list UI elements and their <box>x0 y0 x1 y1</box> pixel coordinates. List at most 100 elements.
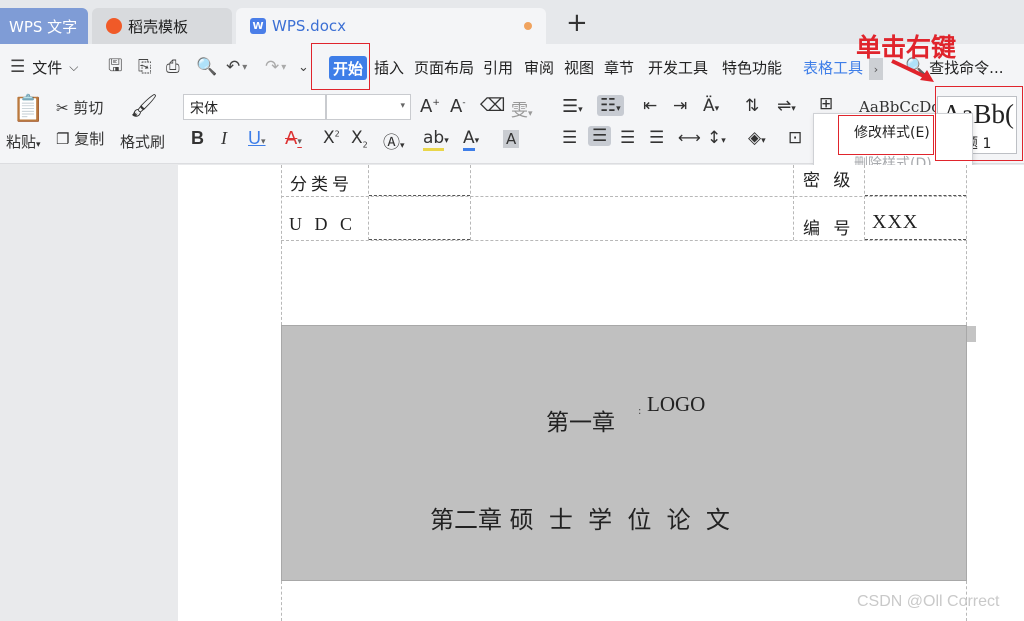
format-painter-button[interactable]: 格式刷 <box>120 131 165 152</box>
tab-page-layout[interactable]: 页面布局 <box>414 44 474 90</box>
align-left-button[interactable]: ☰ <box>562 128 577 148</box>
bullet-list-button[interactable]: ☰▾ <box>562 96 583 117</box>
tab-dev-tools[interactable]: 开发工具 <box>648 44 708 90</box>
paragraph-layout-button[interactable]: ⇌▾ <box>777 96 796 116</box>
superscript-button[interactable]: X2 <box>323 128 340 148</box>
table-line <box>368 165 369 240</box>
undo-button[interactable]: ↶ ▾ <box>226 44 247 90</box>
decrease-indent-button[interactable]: ⇤ <box>643 96 657 116</box>
tab-wps-writer[interactable]: WPS 文字 <box>0 8 88 44</box>
distribute-icon: ⟷ <box>678 128 701 147</box>
chapter-one-heading: 第一章 <box>546 410 615 436</box>
unsaved-dot-icon <box>524 22 532 30</box>
export-button[interactable]: ⎘ <box>138 44 152 90</box>
file-menu[interactable]: ☰ 文件 ⌵ <box>10 44 78 90</box>
justify-button[interactable]: ☰ <box>649 128 664 148</box>
chevron-down-icon: ⌵ <box>69 59 79 74</box>
tab-section[interactable]: 章节 <box>604 44 634 90</box>
sort-button[interactable]: ⇅ <box>745 96 759 116</box>
print-preview-button[interactable]: 🔍 <box>196 44 217 90</box>
clear-format-button[interactable]: ⌫ <box>480 95 505 116</box>
phonetic-guide-button[interactable]: 雯▾ <box>511 96 533 121</box>
cut-label: 剪切 <box>73 99 104 117</box>
chevron-down-icon: ⌄ <box>298 59 309 75</box>
numbered-list-button[interactable]: ☷▾ <box>597 95 624 116</box>
indent-icon: ⇥ <box>673 96 688 116</box>
tab-review[interactable]: 审阅 <box>524 44 554 90</box>
line-spacing-icon: ↕ <box>707 128 722 148</box>
distribute-button[interactable]: ⟷ <box>678 128 701 147</box>
paste-icon[interactable]: 📋 <box>12 94 44 124</box>
table-line <box>865 195 966 197</box>
font-color-button[interactable]: A▾ <box>463 128 479 151</box>
highlight-button[interactable]: ab▾ <box>423 128 449 151</box>
font-name-select[interactable]: 宋体 <box>183 94 326 120</box>
chapter-two-heading: 第二章 硕 士 学 位 论 文 <box>430 506 730 534</box>
hamburger-icon: ☰ <box>10 57 26 77</box>
borders-button[interactable]: ⊡ <box>788 128 802 148</box>
print-button[interactable]: ⎙ <box>166 44 180 90</box>
line-spacing-button[interactable]: ↕▾ <box>707 128 726 148</box>
word-doc-icon: W <box>250 18 266 34</box>
table-line <box>470 165 471 240</box>
tab-table-tools[interactable]: 表格工具 <box>803 44 863 90</box>
file-menu-label: 文件 <box>32 58 63 77</box>
italic-button[interactable]: I <box>221 128 227 149</box>
border-icon: ⊡ <box>788 128 803 148</box>
tab-view[interactable]: 视图 <box>564 44 594 90</box>
bold-button[interactable]: B <box>191 128 204 149</box>
font-size-select[interactable]: ▾ <box>326 94 411 120</box>
table-line <box>793 165 794 240</box>
increase-indent-button[interactable]: ⇥ <box>673 96 687 116</box>
text-effect-button[interactable]: Ⓐ▾ <box>383 128 405 153</box>
grow-font-button[interactable]: A+ <box>420 96 440 117</box>
copy-button[interactable]: ❐ 复制 <box>56 128 104 149</box>
highlight-icon: ab <box>423 128 445 151</box>
classification-label: 分类号 <box>290 175 353 195</box>
new-tab-button[interactable]: + <box>566 10 588 36</box>
tab-wps-label: WPS 文字 <box>9 17 78 36</box>
subscript-button[interactable]: X2 <box>351 128 368 149</box>
daoke-flame-icon <box>106 18 122 34</box>
align-center-button[interactable]: ☰ <box>588 126 612 146</box>
redo-button[interactable]: ↷ ▾ <box>265 44 286 90</box>
outdent-icon: ⇤ <box>643 96 658 116</box>
align-center-icon: ☰ <box>592 126 608 146</box>
show-marks-button[interactable]: ⊞ <box>819 94 833 114</box>
tab-insert[interactable]: 插入 <box>374 44 404 90</box>
quick-access-more[interactable]: ⌄ <box>298 44 309 90</box>
copy-icon: ❐ <box>56 130 70 148</box>
cut-button[interactable]: ✂ 剪切 <box>56 97 103 118</box>
underline-button[interactable]: U▾ <box>248 128 266 149</box>
shrink-font-button[interactable]: A- <box>450 96 466 117</box>
csdn-watermark: CSDN @Oll Correct <box>857 593 1000 610</box>
format-painter-icon: 🖌 <box>130 94 158 119</box>
chevron-down-icon: ▾ <box>400 101 405 111</box>
paste-button[interactable]: 粘贴▾ <box>6 131 41 152</box>
strikethrough-button[interactable]: A▾ <box>285 128 302 149</box>
align-right-button[interactable]: ☰ <box>620 128 635 148</box>
change-case-button[interactable]: Ä▾ <box>703 96 719 116</box>
case-icon: Ä <box>703 96 715 116</box>
export-icon: ⎘ <box>138 57 152 77</box>
tab-reference[interactable]: 引用 <box>483 44 513 90</box>
scissors-icon: ✂ <box>56 99 69 117</box>
tab-daoke-templates[interactable]: 稻壳模板 <box>92 8 232 44</box>
tab-document[interactable]: W WPS.docx <box>236 8 546 44</box>
cover-block[interactable] <box>281 325 967 581</box>
number-label: 编 号 <box>803 219 855 239</box>
phonetic-icon: 雯 <box>511 101 528 121</box>
font-color-icon: A <box>463 128 475 151</box>
table-line <box>369 195 470 197</box>
udc-label: U D C <box>289 214 357 234</box>
tab-special-features[interactable]: 特色功能 <box>722 44 782 90</box>
table-resize-handle[interactable] <box>967 326 976 342</box>
highlight-box-modify-style <box>838 115 934 155</box>
tab-document-label: WPS.docx <box>272 17 346 35</box>
number-value: XXX <box>872 211 919 233</box>
shading-button[interactable]: ◈▾ <box>748 128 766 148</box>
char-shading-button[interactable]: A <box>503 130 520 148</box>
eraser-icon: ⌫ <box>480 95 506 116</box>
highlight-box-start-tab <box>311 43 370 90</box>
save-button[interactable]: 🖫 <box>108 44 122 90</box>
